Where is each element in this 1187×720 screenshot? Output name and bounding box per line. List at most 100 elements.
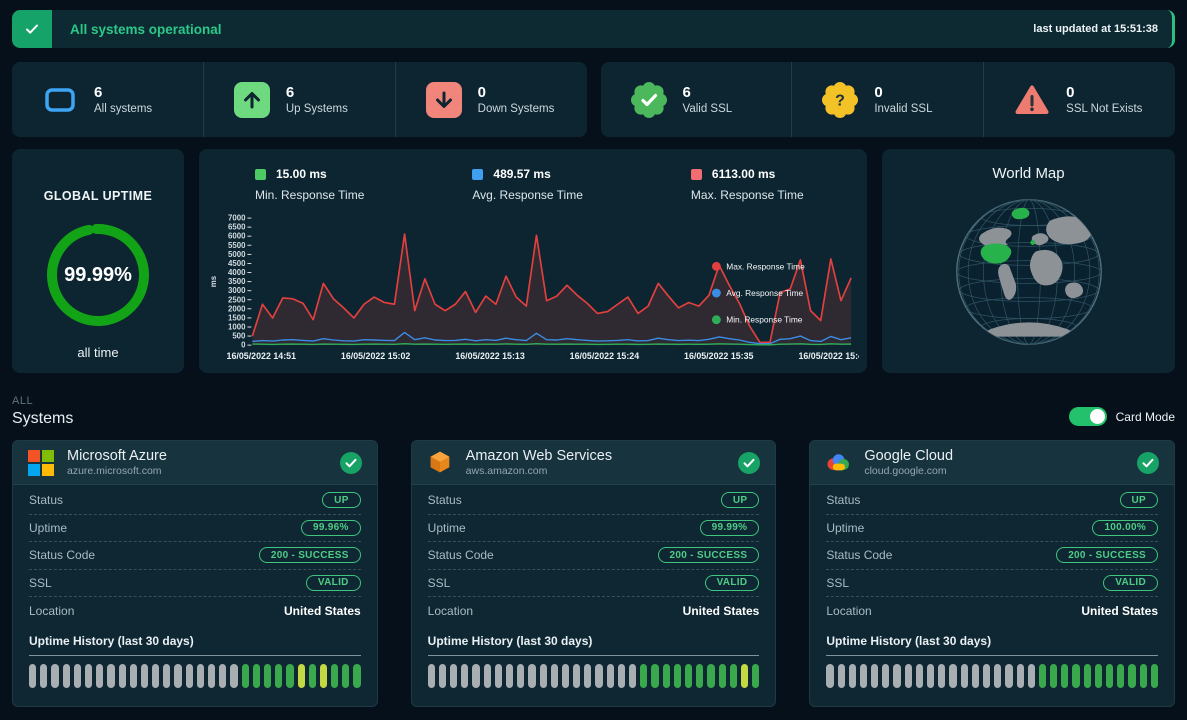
stat-value: 6 — [94, 84, 152, 101]
status-ok-icon — [737, 451, 761, 475]
stat-value: 0 — [874, 84, 932, 101]
svg-text:3000: 3000 — [228, 286, 246, 295]
status-ok-icon — [1136, 451, 1160, 475]
row-label: Status Code — [826, 548, 892, 562]
svg-text:500: 500 — [232, 332, 246, 341]
uptime-day-bar — [663, 664, 670, 688]
row-label: SSL — [428, 576, 451, 590]
uptime-badge: 100.00% — [1092, 520, 1158, 536]
min-response-swatch-icon — [255, 169, 266, 180]
uptime-day-bar — [674, 664, 681, 688]
uptime-history-bars — [826, 664, 1158, 688]
main-row: GLOBAL UPTIME 99.99% all time 15.00 ms M… — [12, 149, 1175, 373]
uptime-day-bar — [141, 664, 148, 688]
system-name: Amazon Web Services — [466, 448, 612, 464]
uptime-day-bar — [640, 664, 647, 688]
uptime-day-bar — [253, 664, 260, 688]
stat-value: 6 — [683, 84, 733, 101]
uptime-day-bar — [275, 664, 282, 688]
uptime-day-bar — [629, 664, 636, 688]
stat-label: SSL Not Exists — [1066, 103, 1142, 115]
row-label: Uptime — [29, 521, 67, 535]
location-value: United States — [1081, 604, 1158, 618]
uptime-day-bar — [495, 664, 502, 688]
uptime-day-bar — [860, 664, 867, 688]
row-label: Uptime — [826, 521, 864, 535]
location-value: United States — [284, 604, 361, 618]
uptime-day-bar — [51, 664, 58, 688]
valid-ssl-badge-icon — [631, 82, 667, 118]
svg-text:1500: 1500 — [228, 314, 246, 323]
svg-text:16/05/2022 15:13: 16/05/2022 15:13 — [455, 351, 525, 361]
response-time-chart: 0500100015002000250030003500400045005000… — [209, 212, 859, 364]
svg-text:5000: 5000 — [228, 250, 246, 259]
location-row: Location United States — [29, 597, 361, 625]
ssl-row: SSL VALID — [29, 570, 361, 598]
toggle-knob[interactable] — [1090, 409, 1105, 424]
uptime-history-bars — [428, 664, 760, 688]
uptime-day-bar — [595, 664, 602, 688]
svg-text:16/05/2022 15:02: 16/05/2022 15:02 — [341, 351, 411, 361]
last-updated-text: last updated at 15:51:38 — [1033, 23, 1172, 35]
stat-label: Invalid SSL — [874, 103, 932, 115]
card-mode-label: Card Mode — [1116, 410, 1175, 424]
status-banner: All systems operational last updated at … — [12, 10, 1175, 48]
svg-text:Avg. Response Time: Avg. Response Time — [726, 288, 803, 298]
system-card-google-cloud: Google Cloud cloud.google.com Status UP … — [809, 440, 1175, 707]
legend-max-response: 6113.00 ms Max. Response Time — [691, 167, 804, 202]
uptime-day-bar — [96, 664, 103, 688]
section-eyebrow: ALL — [12, 395, 73, 407]
uptime-day-bar — [849, 664, 856, 688]
legend-value: 15.00 ms — [276, 167, 327, 181]
uptime-day-bar — [871, 664, 878, 688]
stat-label: All systems — [94, 103, 152, 115]
uptime-day-bar — [562, 664, 569, 688]
uptime-row: Uptime 99.96% — [29, 515, 361, 543]
uptime-day-bar — [107, 664, 114, 688]
status-badge: UP — [1120, 492, 1159, 508]
system-url: aws.amazon.com — [466, 465, 612, 477]
svg-text:2500: 2500 — [228, 295, 246, 304]
system-card-header: Google Cloud cloud.google.com — [810, 441, 1174, 485]
stat-value: 6 — [286, 84, 348, 101]
uptime-day-bar — [320, 664, 327, 688]
stat-down-systems: 0 Down Systems — [395, 62, 587, 137]
down-arrow-icon — [426, 82, 462, 118]
uptime-day-bar — [152, 664, 159, 688]
stats-row: 6 All systems 6 Up Systems 0 — [12, 62, 1175, 137]
global-uptime-caption: all time — [77, 345, 118, 360]
system-card-header: Amazon Web Services aws.amazon.com — [412, 441, 776, 485]
uptime-day-bar — [1117, 664, 1124, 688]
uptime-day-bar — [741, 664, 748, 688]
svg-text:16/05/2022 14:51: 16/05/2022 14:51 — [227, 351, 297, 361]
row-label: Location — [826, 604, 871, 618]
system-url: azure.microsoft.com — [67, 465, 167, 477]
legend-value: 489.57 ms — [493, 167, 550, 181]
history-divider — [826, 655, 1158, 656]
uptime-day-bar — [428, 664, 435, 688]
response-time-card: 15.00 ms Min. Response Time 489.57 ms Av… — [199, 149, 867, 373]
uptime-day-bar — [264, 664, 271, 688]
row-label: Location — [29, 604, 74, 618]
history-label: Uptime History (last 30 days) — [29, 634, 361, 648]
uptime-row: Uptime 100.00% — [826, 515, 1158, 543]
uptime-day-bar — [472, 664, 479, 688]
systems-section-head: ALL Systems Card Mode — [12, 395, 1175, 428]
uptime-day-bar — [651, 664, 658, 688]
legend-label: Avg. Response Time — [472, 188, 583, 202]
uptime-day-bar — [242, 664, 249, 688]
svg-text:ms: ms — [209, 275, 218, 287]
row-label: SSL — [826, 576, 849, 590]
history-label: Uptime History (last 30 days) — [428, 634, 760, 648]
uptime-day-bar — [186, 664, 193, 688]
aws-logo-icon — [426, 449, 454, 477]
uptime-day-bar — [1050, 664, 1057, 688]
uptime-day-bar — [1028, 664, 1035, 688]
ssl-badge: VALID — [705, 575, 760, 591]
svg-text:4500: 4500 — [228, 259, 246, 268]
uptime-day-bar — [618, 664, 625, 688]
uptime-day-bar — [573, 664, 580, 688]
card-mode-toggle[interactable] — [1069, 407, 1107, 426]
uptime-day-bar — [707, 664, 714, 688]
section-title: Systems — [12, 410, 73, 428]
